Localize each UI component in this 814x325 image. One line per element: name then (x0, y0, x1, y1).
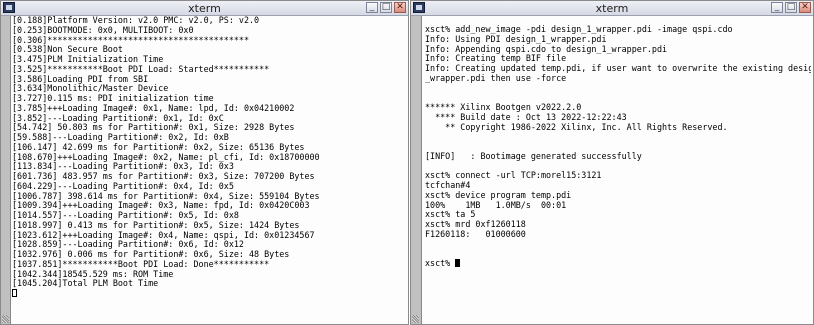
terminal-line: ** Copyright 1986-2022 Xilinx, Inc. All … (425, 121, 728, 132)
terminal-line: xsct% connect -url TCP:morel15:3121 (425, 170, 602, 181)
prompt-line[interactable]: xsct% (425, 258, 811, 269)
terminal-line: 100% 1MB 1.0MB/s 00:01 (425, 199, 567, 210)
scrollbar-thumb[interactable] (412, 315, 419, 323)
minimize-button[interactable]: _ (771, 2, 783, 13)
terminal-line: _wrapper.pdi then use -force (425, 72, 567, 83)
xterm-window-right[interactable]: xterm _ □ ✕ xsct% add_new_image -pdi des… (410, 0, 814, 325)
cursor (12, 289, 17, 297)
terminal-output-right[interactable]: xsct% add_new_image -pdi design_1_wrappe… (425, 25, 811, 316)
terminal-line: [INFO] : Bootimage generated successfull… (425, 150, 642, 161)
titlebar-right[interactable]: xterm _ □ ✕ (411, 1, 813, 16)
scrollbar-thumb[interactable] (2, 315, 9, 323)
terminal-line: F1260118: 01000600 (425, 228, 526, 239)
xterm-window-left[interactable]: xterm _ □ ✕ [0.188]Platform Version: v2.… (0, 0, 409, 325)
cursor (455, 259, 461, 267)
prompt-text: xsct% (425, 258, 456, 268)
terminal-cursor-line (12, 289, 406, 299)
maximize-button[interactable]: □ (785, 2, 797, 13)
minimize-button[interactable]: _ (366, 2, 378, 13)
window-title-right: xterm (595, 2, 629, 15)
scrollbar-right[interactable] (411, 16, 422, 324)
close-button[interactable]: ✕ (394, 2, 406, 13)
terminal-line: [1045.204]Total PLM Boot Time (12, 278, 159, 289)
scrollbar-left[interactable] (1, 16, 11, 324)
maximize-button[interactable]: □ (380, 2, 392, 13)
close-button[interactable]: ✕ (799, 2, 811, 13)
titlebar-left[interactable]: xterm _ □ ✕ (1, 1, 408, 16)
window-title-left: xterm (188, 2, 221, 15)
terminal-output-left[interactable]: [0.188]Platform Version: v2.0 PMC: v2.0,… (12, 16, 406, 316)
